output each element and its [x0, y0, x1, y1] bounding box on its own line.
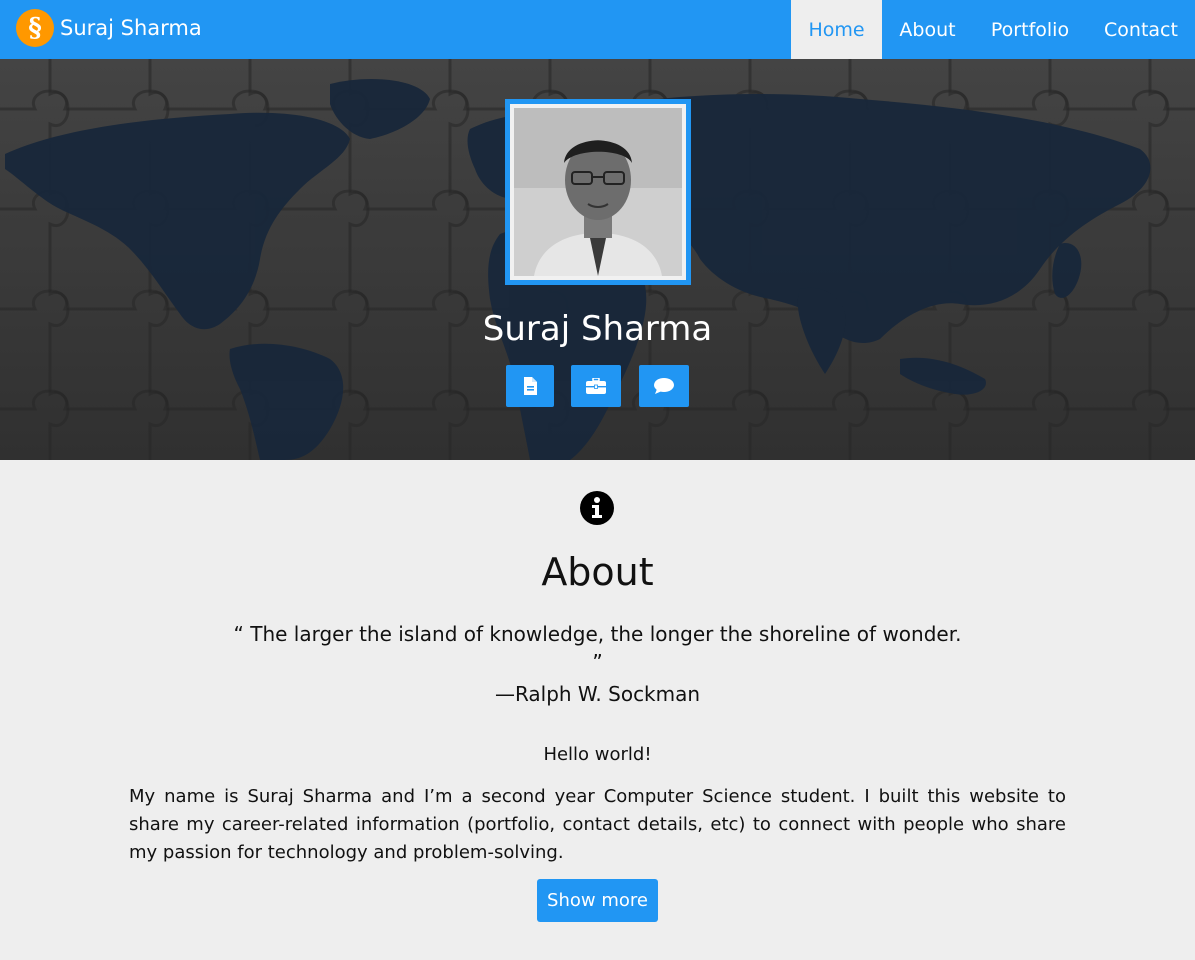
brand[interactable]: § Suraj Sharma	[16, 8, 202, 48]
resume-button[interactable]	[506, 365, 554, 407]
document-icon	[524, 377, 537, 395]
navbar: § Suraj Sharma Home About Portfolio Cont…	[0, 0, 1195, 59]
briefcase-icon	[586, 378, 606, 394]
nav-item-home[interactable]: Home	[791, 0, 882, 59]
about-title: About	[541, 550, 654, 594]
contact-button[interactable]	[639, 365, 689, 407]
hero-banner: Suraj Sharma	[0, 59, 1195, 460]
brand-name[interactable]: Suraj Sharma	[60, 16, 202, 40]
profile-photo	[514, 108, 682, 276]
hero-button-group	[0, 365, 1195, 407]
section-sign-logo-icon: §	[16, 9, 54, 47]
portfolio-button[interactable]	[571, 365, 621, 407]
hero-name: Suraj Sharma	[482, 309, 713, 349]
quote: “ The larger the island of knowledge, th…	[0, 620, 1195, 676]
profile-photo-frame	[505, 99, 691, 285]
quote-text: “ The larger the island of knowledge, th…	[233, 622, 962, 646]
chat-icon	[654, 378, 674, 394]
nav-menu: Home About Portfolio Contact	[791, 0, 1195, 59]
show-more-button[interactable]: Show more	[537, 879, 658, 922]
quote-author: —Ralph W. Sockman	[494, 682, 701, 706]
info-icon	[580, 491, 614, 525]
nav-item-contact[interactable]: Contact	[1087, 0, 1195, 59]
nav-item-portfolio[interactable]: Portfolio	[973, 0, 1087, 59]
nav-item-about[interactable]: About	[882, 0, 973, 59]
quote-close-mark: ”	[592, 650, 603, 674]
about-section: About “ The larger the island of knowled…	[0, 460, 1195, 960]
bio-paragraph: My name is Suraj Sharma and I’m a second…	[129, 786, 1066, 863]
greeting: Hello world!	[543, 744, 652, 765]
